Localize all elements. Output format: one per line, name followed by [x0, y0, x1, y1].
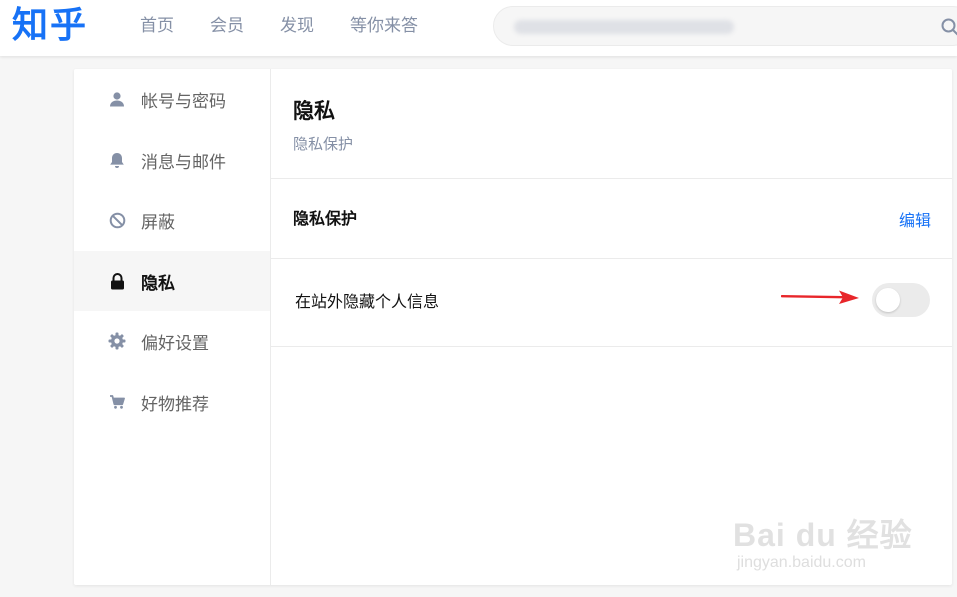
sidebar-item-notifications[interactable]: 消息与邮件 [74, 130, 270, 190]
page-title: 隐私 [293, 99, 335, 123]
bell-icon [108, 151, 126, 169]
zhihu-logo[interactable]: 知乎 [12, 4, 88, 48]
sidebar-item-label: 帐号与密码 [141, 91, 226, 112]
divider [271, 346, 952, 347]
sidebar-item-label: 隐私 [141, 273, 175, 294]
sidebar-item-label: 屏蔽 [141, 212, 175, 233]
divider [271, 258, 952, 259]
nav-home[interactable]: 首页 [140, 0, 174, 52]
sidebar-item-recommendations[interactable]: 好物推荐 [74, 372, 270, 432]
cart-icon [108, 393, 126, 411]
setting-label-hide-offsite-info: 在站外隐藏个人信息 [295, 292, 440, 311]
search-input[interactable] [493, 6, 957, 46]
edit-button[interactable]: 编辑 [899, 207, 931, 231]
sidebar-item-label: 偏好设置 [141, 333, 209, 354]
hide-offsite-info-toggle[interactable] [872, 283, 930, 317]
nav-waiting-answers[interactable]: 等你来答 [350, 0, 418, 52]
sidebar-item-label: 消息与邮件 [141, 152, 226, 173]
nav-discover[interactable]: 发现 [280, 0, 314, 52]
user-icon [108, 90, 126, 108]
top-header: 知乎 首页 会员 发现 等你来答 [0, 0, 957, 56]
watermark-text: Bai du 经验 [733, 517, 913, 553]
section-title: 隐私保护 [293, 209, 358, 228]
block-icon [108, 211, 126, 229]
sidebar-item-privacy[interactable]: 隐私 [74, 251, 270, 311]
divider [271, 178, 952, 179]
sidebar-item-account[interactable]: 帐号与密码 [74, 69, 270, 129]
settings-sidebar: 帐号与密码 消息与邮件 屏蔽 隐私 偏好设置 好物推荐 [74, 69, 271, 585]
watermark-url: jingyan.baidu.com [737, 554, 866, 571]
search-icon[interactable] [940, 17, 957, 37]
sidebar-item-label: 好物推荐 [141, 394, 209, 415]
lock-icon [108, 272, 126, 290]
red-annotation-arrow-icon [781, 290, 859, 304]
main-nav: 首页 会员 发现 等你来答 [140, 0, 454, 52]
toggle-knob [876, 288, 900, 312]
baidu-jingyan-watermark: Bai du 经验 jingyan.baidu.com [733, 498, 913, 578]
sidebar-item-block[interactable]: 屏蔽 [74, 190, 270, 250]
search-placeholder-blurred [514, 20, 734, 34]
nav-vip[interactable]: 会员 [210, 0, 244, 52]
gear-icon [108, 332, 126, 350]
sidebar-item-preferences[interactable]: 偏好设置 [74, 311, 270, 371]
page-subtitle: 隐私保护 [293, 135, 354, 153]
